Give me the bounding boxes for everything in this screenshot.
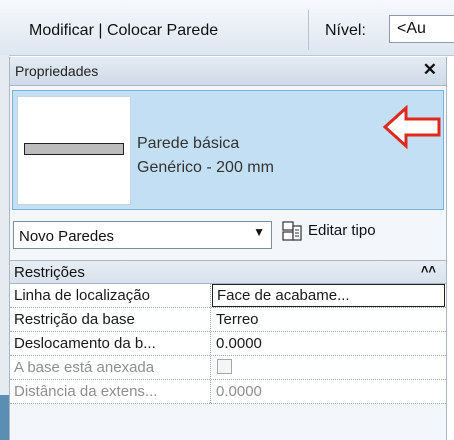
property-value-field[interactable]: Face de acabame... <box>212 284 445 307</box>
property-value-field[interactable]: Terreo <box>212 308 446 331</box>
properties-grid: Restrições ˄˄ Linha de localização Face … <box>10 260 446 404</box>
property-name: Deslocamento da b... <box>10 332 211 355</box>
property-value-field[interactable]: 0.0000 <box>212 332 446 355</box>
property-name: A base está anexada <box>10 356 211 379</box>
property-value-field <box>212 356 446 379</box>
properties-title: Propriedades <box>15 63 99 79</box>
property-row-base-attached: A base está anexada <box>10 356 446 380</box>
properties-header: Propriedades ✕ <box>10 57 446 86</box>
collapse-icon[interactable]: ˄˄ <box>421 262 436 277</box>
edit-type-button[interactable]: Editar tipo <box>282 217 442 247</box>
property-name: Distância da extens... <box>10 380 211 403</box>
edit-type-label: Editar tipo <box>308 222 376 239</box>
base-attached-checkbox <box>217 359 232 374</box>
left-dock-strip <box>0 55 9 440</box>
type-selector[interactable]: Parede básica Genérico - 200 mm <box>12 90 444 210</box>
instance-filter-label: Novo Paredes <box>19 228 115 245</box>
ribbon-separator <box>308 10 309 50</box>
property-value-field: 0.0000 <box>216 383 262 400</box>
ribbon-context-bar: Modificar | Colocar Parede Nível: <Au <box>0 0 454 56</box>
type-name: Genérico - 200 mm <box>137 159 274 176</box>
ribbon-context-title: Modificar | Colocar Parede <box>29 22 219 39</box>
wall-preview-icon <box>24 143 124 155</box>
type-family: Parede básica <box>137 135 240 152</box>
left-dock-strip-accent <box>0 395 9 440</box>
level-label: Nível: <box>325 22 366 39</box>
close-icon[interactable]: ✕ <box>423 60 437 80</box>
arrow-left-icon <box>382 105 441 149</box>
property-name: Linha de localização <box>10 284 211 307</box>
property-row-location-line[interactable]: Linha de localização Face de acabame... <box>10 284 446 308</box>
chevron-down-icon[interactable]: ▼ <box>253 225 265 239</box>
property-name: Restrição da base <box>10 308 211 331</box>
level-select[interactable]: <Au <box>389 15 454 43</box>
properties-panel: Propriedades ✕ Parede básica Genérico - … <box>9 57 447 440</box>
property-row-base-offset[interactable]: Deslocamento da b... 0.0000 <box>10 332 446 356</box>
section-header-restricoes[interactable]: Restrições ˄˄ <box>10 260 446 284</box>
property-row-base-extension: Distância da extens... 0.0000 <box>10 380 446 404</box>
section-label: Restrições <box>14 264 85 281</box>
instance-filter-dropdown[interactable]: Novo Paredes ▼ <box>13 221 272 249</box>
type-preview <box>17 96 131 205</box>
edit-type-icon <box>282 221 302 241</box>
property-row-base-constraint[interactable]: Restrição da base Terreo <box>10 308 446 332</box>
